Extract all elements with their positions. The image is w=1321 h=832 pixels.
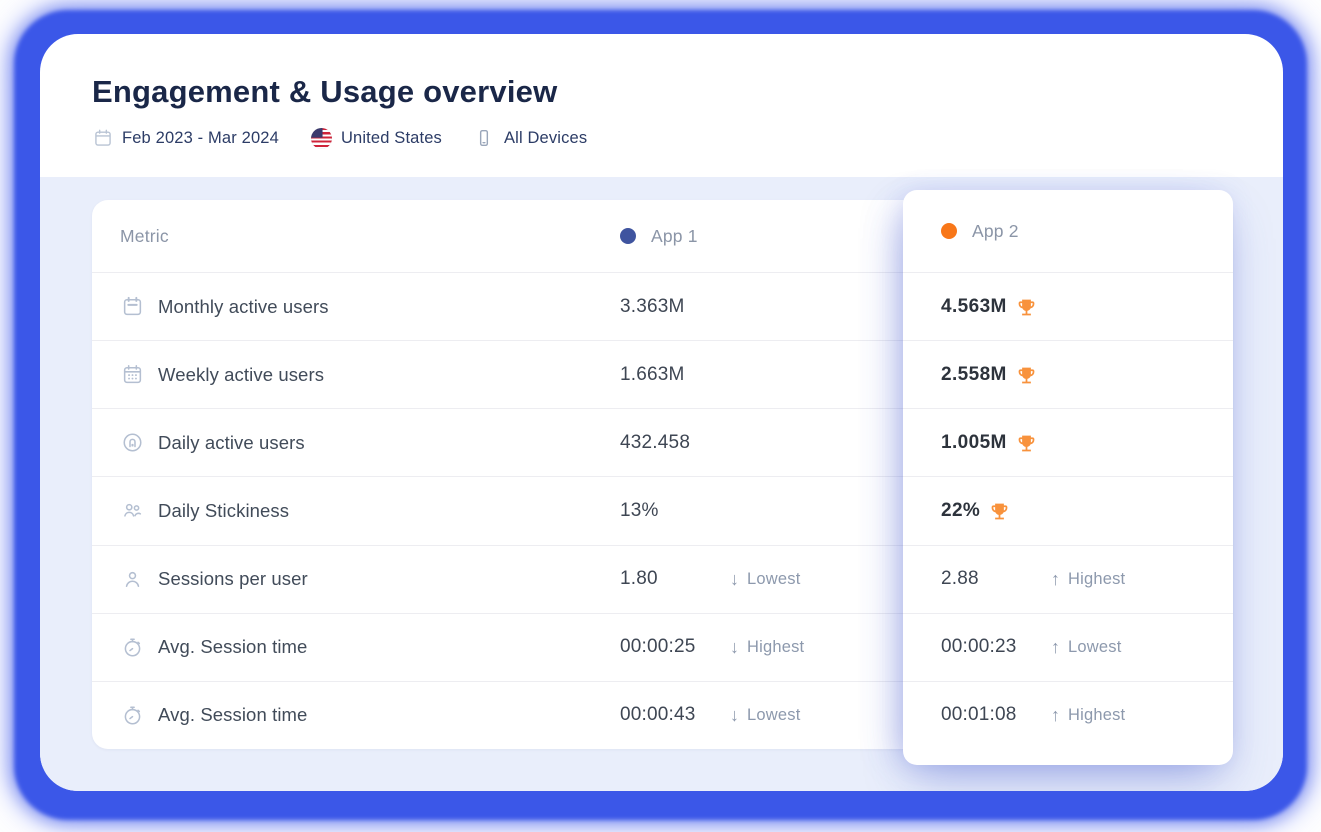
- filter-bar: Feb 2023 - Mar 2024 United States All De…: [92, 128, 1231, 149]
- metric-value: 432.458: [620, 432, 690, 454]
- arrow-up-icon: ↑: [1051, 637, 1060, 658]
- app2-value-cell: 22%: [941, 500, 1233, 522]
- app2-value-cell: 2.88↑ Highest: [941, 568, 1233, 590]
- metric-value: 22%: [941, 500, 980, 522]
- app2-column-label: App 2: [972, 221, 1019, 242]
- rank-badge: ↓ Lowest: [730, 705, 800, 726]
- date-range-label: Feb 2023 - Mar 2024: [122, 129, 279, 148]
- calendar-icon: [92, 128, 113, 149]
- metric-value: 13%: [620, 500, 659, 522]
- metric-cell: Avg. Session time: [120, 635, 620, 659]
- app2-table-row: 00:00:23↑ Lowest: [903, 613, 1233, 681]
- metric-label: Weekly active users: [158, 364, 324, 386]
- metric-value: 00:01:08: [941, 704, 1051, 726]
- stopwatch-icon: [120, 635, 144, 659]
- app2-column-header: App 2: [903, 190, 1233, 272]
- page-header: Engagement & Usage overview Feb 2023 - M…: [40, 34, 1283, 177]
- metric-value: 4.563M: [941, 296, 1007, 318]
- rank-badge: ↑ Highest: [1051, 705, 1125, 726]
- app2-column-card: App 2 4.563M2.558M1.005M22%2.88↑Highest0…: [903, 190, 1233, 765]
- daily-circle-icon: [120, 431, 144, 455]
- rank-badge: ↓ Highest: [730, 637, 804, 658]
- metric-value: 00:00:43: [620, 704, 730, 726]
- app2-dot: [941, 223, 957, 239]
- mobile-device-icon: [474, 128, 495, 149]
- rank-badge-label: Highest: [747, 638, 804, 657]
- metric-value: 1.663M: [620, 364, 685, 386]
- country-label: United States: [341, 129, 442, 148]
- arrow-down-icon: ↓: [730, 569, 739, 590]
- stopwatch-icon: [120, 703, 144, 727]
- metric-label: Avg. Session time: [158, 704, 307, 726]
- metric-value: 1.80: [620, 568, 730, 590]
- trophy-icon: [1016, 297, 1037, 318]
- metric-cell: Monthly active users: [120, 295, 620, 319]
- rank-badge-label: Lowest: [747, 706, 800, 725]
- rank-badge: ↑ Lowest: [1051, 637, 1121, 658]
- calendar-month-icon: [120, 295, 144, 319]
- devices-label: All Devices: [504, 129, 587, 148]
- metric-label: Sessions per user: [158, 568, 308, 590]
- trophy-icon: [1016, 365, 1037, 386]
- metric-cell: Daily active users: [120, 431, 620, 455]
- app2-table-row: 1.005M: [903, 408, 1233, 476]
- users-icon: [120, 499, 144, 523]
- rank-badge: ↓ Lowest: [730, 569, 800, 590]
- trophy-icon: [989, 501, 1010, 522]
- us-flag-icon: [311, 128, 332, 149]
- metric-value: 00:00:23: [941, 636, 1051, 658]
- metric-value: 3.363M: [620, 296, 685, 318]
- metric-label: Daily Stickiness: [158, 500, 289, 522]
- page-title: Engagement & Usage overview: [92, 74, 1231, 110]
- metric-value: 2.88: [941, 568, 1051, 590]
- app1-column-label: App 1: [651, 226, 698, 247]
- metric-column-header: Metric: [120, 226, 169, 247]
- arrow-up-icon: ↑: [1051, 705, 1060, 726]
- app2-table-body: 4.563M2.558M1.005M22%2.88↑Highest00:00:2…: [903, 272, 1233, 749]
- metric-value: 1.005M: [941, 432, 1007, 454]
- rank-badge: ↑ Highest: [1051, 569, 1125, 590]
- rank-badge-label: Lowest: [1068, 638, 1121, 657]
- trophy-icon: [1016, 433, 1037, 454]
- metric-label: Avg. Session time: [158, 636, 307, 658]
- metric-value: 2.558M: [941, 364, 1007, 386]
- app1-dot: [620, 228, 636, 244]
- country-filter[interactable]: United States: [311, 128, 442, 149]
- date-range-filter[interactable]: Feb 2023 - Mar 2024: [92, 128, 279, 149]
- devices-filter[interactable]: All Devices: [474, 128, 587, 149]
- arrow-down-icon: ↓: [730, 705, 739, 726]
- metric-label: Monthly active users: [158, 296, 329, 318]
- app2-table-row: 4.563M: [903, 272, 1233, 340]
- app2-value-cell: 00:00:23↑ Lowest: [941, 636, 1233, 658]
- metric-label: Daily active users: [158, 432, 305, 454]
- metric-cell: Daily Stickiness: [120, 499, 620, 523]
- app2-table-row: 00:01:08↑ Highest: [903, 681, 1233, 749]
- app2-table-row: 22%: [903, 476, 1233, 544]
- app-window: Engagement & Usage overview Feb 2023 - M…: [40, 34, 1283, 791]
- metric-cell: Sessions per user: [120, 567, 620, 591]
- table-section: Metric App 1 Monthly active users 3.363M W…: [40, 177, 1283, 791]
- metric-cell: Weekly active users: [120, 363, 620, 387]
- arrow-down-icon: ↓: [730, 637, 739, 658]
- app2-value-cell: 1.005M: [941, 432, 1233, 454]
- metric-value: 00:00:25: [620, 636, 730, 658]
- app2-value-cell: 4.563M: [941, 296, 1233, 318]
- app2-value-cell: 2.558M: [941, 364, 1233, 386]
- app2-value-cell: 00:01:08↑ Highest: [941, 704, 1233, 726]
- user-icon: [120, 567, 144, 591]
- rank-badge-label: Highest: [1068, 570, 1125, 589]
- metric-cell: Avg. Session time: [120, 703, 620, 727]
- calendar-week-icon: [120, 363, 144, 387]
- app2-table-row: 2.88↑ Highest: [903, 545, 1233, 613]
- rank-badge-label: Lowest: [747, 570, 800, 589]
- arrow-up-icon: ↑: [1051, 569, 1060, 590]
- rank-badge-label: Highest: [1068, 706, 1125, 725]
- app2-table-row: 2.558M: [903, 340, 1233, 408]
